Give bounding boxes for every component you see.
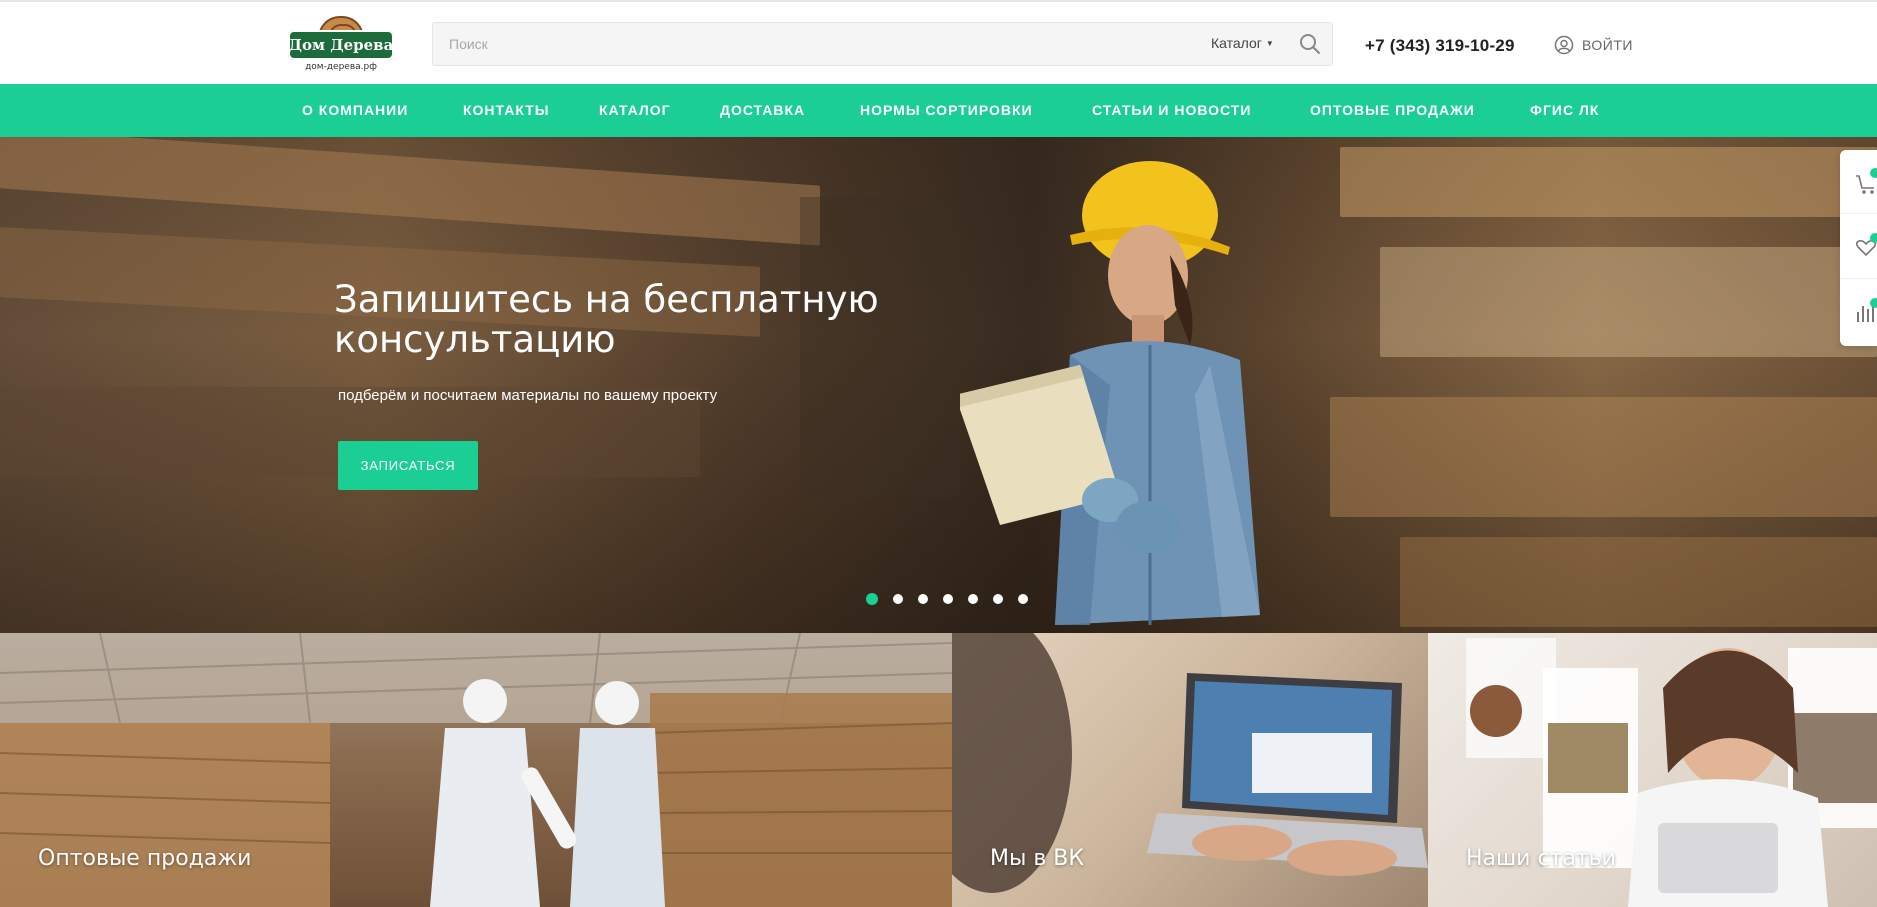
slider-dot[interactable] xyxy=(943,594,953,604)
hero-subtitle: подберём и посчитаем материалы по вашему… xyxy=(338,387,718,404)
nav-item-sorting-norms[interactable]: НОРМЫ СОРТИРОВКИ xyxy=(860,84,1033,137)
main-nav: О КОМПАНИИ КОНТАКТЫ КАТАЛОГ ДОСТАВКА НОР… xyxy=(0,84,1877,137)
login-label: ВОЙТИ xyxy=(1582,37,1633,53)
hero-background-lumber xyxy=(1340,147,1877,217)
nav-item-fgis[interactable]: ФГИС ЛК xyxy=(1530,84,1599,137)
compare-count-badge xyxy=(1870,298,1877,308)
tile-label-articles: Наши статьи xyxy=(1466,846,1616,871)
nav-item-delivery[interactable]: ДОСТАВКА xyxy=(720,84,805,137)
cart-icon xyxy=(1856,175,1874,194)
phone-number[interactable]: +7 (343) 319-10-29 xyxy=(1365,36,1515,56)
hero-background-lumber xyxy=(1400,537,1877,627)
heart-icon xyxy=(1855,240,1877,257)
search-input[interactable] xyxy=(449,23,1149,65)
tile-wholesale[interactable]: Оптовые продажи xyxy=(0,633,952,907)
compare-icon xyxy=(1857,304,1874,322)
caret-down-icon: ▼ xyxy=(1265,39,1274,48)
worker-woman-illustration xyxy=(960,161,1260,625)
hero-background-lumber xyxy=(0,137,820,246)
slider-dots xyxy=(866,593,1028,605)
floating-side-panel xyxy=(1840,150,1877,346)
slider-dot[interactable] xyxy=(1018,594,1028,604)
header: Дом Дерева дом-дерева.рф Каталог▼ +7 (34… xyxy=(0,0,1877,84)
nav-item-contacts[interactable]: КОНТАКТЫ xyxy=(463,84,549,137)
logo-title: Дом Дерева xyxy=(288,30,394,60)
nav-item-catalog[interactable]: КАТАЛОГ xyxy=(599,84,671,137)
site-logo[interactable]: Дом Дерева дом-дерева.рф xyxy=(288,16,394,74)
tile-label-vk: Мы в ВК xyxy=(990,846,1085,871)
signup-button[interactable]: ЗАПИСАТЬСЯ xyxy=(338,441,478,490)
search-icon[interactable] xyxy=(1299,33,1321,55)
tile-label-wholesale: Оптовые продажи xyxy=(38,846,252,871)
hero-background-lumber xyxy=(1330,397,1877,517)
logo-subtitle: дом-дерева.рф xyxy=(305,62,377,72)
compare-button[interactable] xyxy=(1840,280,1877,344)
slider-dot[interactable] xyxy=(993,594,1003,604)
slider-dot[interactable] xyxy=(893,594,903,604)
search-category-select[interactable]: Каталог ▼ xyxy=(1211,35,1274,51)
hero-slider: Запишитесь на бесплатную консультацию по… xyxy=(0,137,1877,633)
search-bar: Каталог▼ xyxy=(432,22,1333,66)
tile-articles[interactable]: Наши статьи xyxy=(1428,633,1877,907)
favorites-count-badge xyxy=(1870,233,1877,243)
cart-button[interactable] xyxy=(1840,150,1877,214)
slider-dot[interactable] xyxy=(918,594,928,604)
tile-vk[interactable]: Мы в ВК xyxy=(952,633,1428,907)
hero-background-lumber xyxy=(1380,247,1877,357)
user-icon xyxy=(1554,35,1574,55)
slider-dot[interactable] xyxy=(866,593,878,605)
favorites-button[interactable] xyxy=(1840,215,1877,279)
nav-item-articles-news[interactable]: СТАТЬИ И НОВОСТИ xyxy=(1092,84,1251,137)
login-button[interactable]: ВОЙТИ xyxy=(1554,34,1633,56)
nav-item-about[interactable]: О КОМПАНИИ xyxy=(302,84,408,137)
hero-title: Запишитесь на бесплатную консультацию xyxy=(334,278,879,361)
search-category-label: Каталог xyxy=(1211,35,1262,51)
nav-item-wholesale[interactable]: ОПТОВЫЕ ПРОДАЖИ xyxy=(1310,84,1475,137)
slider-dot[interactable] xyxy=(968,594,978,604)
cart-count-badge xyxy=(1870,168,1877,178)
